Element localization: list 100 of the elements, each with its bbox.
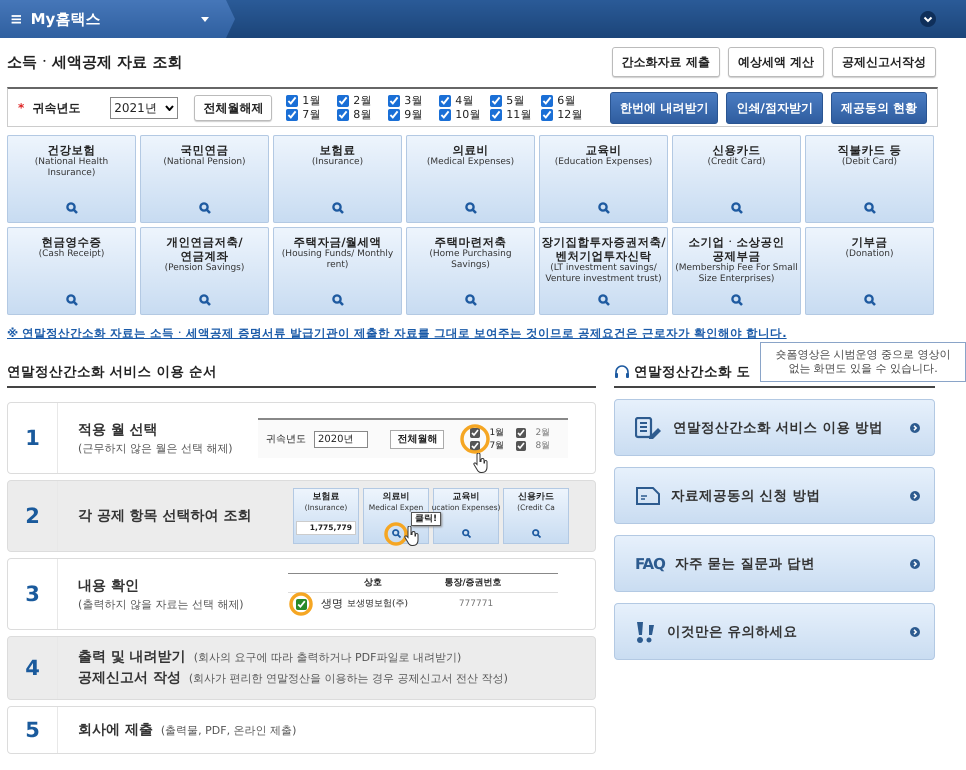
guide-link[interactable]: 연말정산간소화 서비스 이용 방법 [614, 399, 935, 456]
clear-months-button[interactable]: 전체월해제 [194, 94, 272, 120]
tile-subtitle: (Medical Expenses) [426, 157, 516, 168]
arrow-circle-icon [910, 626, 920, 637]
category-tile[interactable]: 장기집합투자증권저축/ 벤처기업투자신탁 (LT investment savings/ Venture investment trust) [539, 227, 668, 315]
hand-cursor-icon [403, 526, 419, 546]
tile-subtitle: (National Health Insurance) [34, 157, 110, 179]
category-tile[interactable]: 교육비 (Education Expenses) [539, 135, 668, 223]
step-title: 내용 확인 [78, 576, 140, 596]
category-tile[interactable]: 신용카드 (Credit Card) [672, 135, 801, 223]
search-icon [332, 202, 344, 214]
action-button[interactable]: 공제신고서작성 [832, 47, 936, 77]
search-icon [598, 294, 610, 306]
guide-link[interactable]: FAQ 자주 묻는 질문과 답변 [614, 535, 935, 592]
month-checkbox[interactable] [439, 108, 452, 120]
month-checkbox[interactable] [388, 94, 400, 106]
category-tile[interactable]: 소기업ㆍ소상공인 공제부금 (Membership Fee For Small Size Enterprises) [672, 227, 801, 315]
row-checkbox[interactable] [296, 598, 307, 610]
caret-icon [201, 16, 209, 22]
section-heading: 연말정산간소화 도 [634, 364, 751, 380]
notice-link[interactable]: ※ 연말정산간소화 자료는 소득ㆍ세액공제 증명서류 발급기관이 제출한 자료를 그대로 보여주는 것이므로 공제요건은 근로자가 확인해야 합니다. [7, 325, 966, 342]
month-label: 1월 [489, 426, 504, 440]
category-tile[interactable]: 현금영수증 (Cash Receipt) [7, 227, 136, 315]
tile-subtitle: (Donation) [844, 249, 894, 260]
category-tile[interactable]: 기부금 (Donation) [805, 227, 934, 315]
search-icon [66, 202, 78, 214]
month-checkbox[interactable] [286, 108, 298, 120]
headset-icon [614, 365, 630, 380]
step-number: 4 [8, 637, 58, 700]
month-checkbox[interactable] [337, 108, 350, 120]
menu-tab[interactable]: ≡ My홈택스 [0, 0, 235, 38]
tile-subtitle: (Debit Card) [840, 157, 898, 168]
month-checkbox[interactable] [516, 428, 526, 438]
section-heading: 연말정산간소화 서비스 이용 순서 [7, 364, 596, 388]
step-title: 공제신고서 작성 [78, 669, 181, 688]
action-button[interactable]: 간소화자료 제출 [612, 47, 720, 77]
month-label: 10월 [455, 108, 480, 122]
guide-link[interactable]: 이것만은 유의하세요 [614, 603, 935, 660]
month-checkbox[interactable] [516, 440, 526, 451]
tile-subtitle: (Credit Card) [706, 157, 766, 168]
search-icon [332, 294, 344, 306]
action-button[interactable]: 인쇄/점자받기 [726, 92, 823, 124]
page-title: 소득ㆍ세액공제 자료 조회 [7, 53, 182, 71]
month-label: 7월 [489, 440, 504, 453]
tile-title: 주택마련저축 [434, 235, 506, 249]
month-checkbox[interactable] [470, 440, 480, 451]
tile-subtitle: (Cash Receipt) [38, 249, 106, 260]
tile-subtitle: (LT investment savings/ Venture investment trust) [544, 263, 663, 285]
category-tile[interactable]: 국민연금 (National Pension) [140, 135, 269, 223]
month-label: 2월 [535, 426, 550, 440]
tooltip: 숏폼영상은 시범운영 중으로 영상이 없는 화면도 있을 수 있습니다. [760, 342, 966, 382]
action-button[interactable]: 제공동의 현황 [830, 92, 927, 124]
category-tile[interactable]: 직불카드 등 (Debit Card) [805, 135, 934, 223]
search-icon [731, 294, 743, 306]
category-tile[interactable]: 주택마련저축 (Home Purchasing Savings) [406, 227, 535, 315]
month-label: 6월 [557, 94, 576, 108]
month-label: 12월 [557, 108, 582, 122]
faq-label: FAQ [635, 554, 665, 575]
tile-title: 교육비 [452, 492, 480, 504]
month-checkbox[interactable] [470, 428, 480, 438]
category-tile[interactable]: 주택자금/월세액 (Housing Funds/ Monthly rent) [273, 227, 402, 315]
category-tile[interactable]: 보험료 (Insurance) [273, 135, 402, 223]
arrow-circle-icon [910, 490, 920, 501]
tile-title: 현금영수증 [42, 235, 102, 249]
highlight-ring [460, 424, 490, 454]
search-icon [731, 202, 743, 214]
document-pen-icon [635, 416, 663, 439]
month-checkbox[interactable] [490, 94, 502, 106]
search-icon [532, 529, 541, 538]
tile-title: 의료비 [382, 492, 410, 504]
step-title: 회사에 제출 [78, 720, 153, 740]
month-checkbox[interactable] [541, 108, 554, 120]
guide-label: 이것만은 유의하세요 [667, 622, 799, 642]
tile-subtitle: (Home Purchasing Savings) [428, 249, 513, 271]
month-checkbox[interactable] [490, 108, 502, 120]
category-tile[interactable]: 개인연금저축/ 연금계좌 (Pension Savings) [140, 227, 269, 315]
document-icon [635, 486, 661, 506]
tile-subtitle: (National Pension) [162, 157, 247, 168]
action-button[interactable]: 예상세액 계산 [728, 47, 824, 77]
month-checkbox[interactable] [388, 108, 400, 120]
month-checkbox[interactable] [286, 94, 298, 106]
category-tile[interactable]: 의료비 (Medical Expenses) [406, 135, 535, 223]
tile-title: 소기업ㆍ소상공인 공제부금 [688, 235, 786, 263]
search-icon [199, 294, 211, 306]
month-checkbox[interactable] [541, 94, 554, 106]
step-number: 5 [8, 707, 58, 754]
month-label: 3월 [404, 94, 422, 108]
month-label: 5월 [506, 94, 524, 108]
action-button[interactable]: 한번에 내려받기 [610, 92, 718, 124]
search-icon [462, 529, 471, 538]
guide-label: 연말정산간소화 서비스 이용 방법 [673, 418, 884, 438]
category-tile[interactable]: 건강보험 (National Health Insurance) [7, 135, 136, 223]
tile-title: 개인연금저축/ 연금계좌 [165, 235, 244, 263]
year-select[interactable]: 2021년 [110, 96, 178, 118]
year-label: 귀속년도 [32, 100, 82, 116]
guide-link[interactable]: 자료제공동의 신청 방법 [614, 467, 935, 524]
step-note: (근무하지 않은 월은 선택 해제) [78, 440, 233, 457]
month-checkbox[interactable] [337, 94, 350, 106]
month-checkbox[interactable] [439, 94, 452, 106]
search-icon [864, 202, 876, 214]
